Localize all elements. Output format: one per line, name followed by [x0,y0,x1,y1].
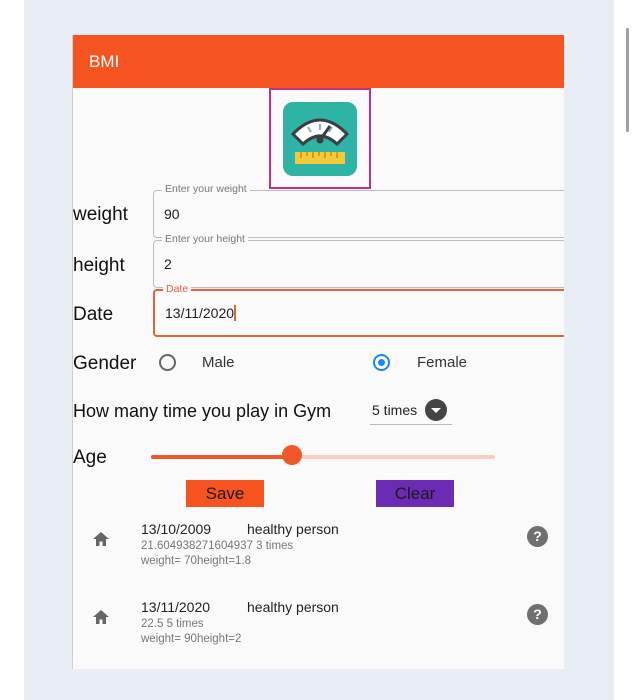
scrollbar-thumb[interactable] [626,28,629,132]
male-radio-label[interactable]: Male [202,354,235,371]
record-measurements: weight= 70height=1.8 [141,555,251,567]
height-value: 2 [164,256,172,272]
home-icon [93,610,109,624]
date-value-wrap: 13/11/2020 [165,305,236,321]
female-radio[interactable] [373,354,390,371]
date-label: Date [73,304,114,325]
date-value: 13/11/2020 [165,305,235,321]
record-date: 13/10/2009 [141,521,212,537]
gym-dropdown[interactable]: 5 times [370,397,452,425]
weight-label: weight [73,204,128,225]
list-item[interactable]: 13/10/2009 healthy person 21.60493827160… [73,521,564,583]
age-slider-fill [151,455,293,459]
height-field-legend: Enter your height [162,233,248,245]
chevron-down-icon [425,399,447,421]
save-button[interactable]: Save [186,480,264,507]
gender-label: Gender [73,353,137,374]
weight-value: 90 [164,206,180,222]
male-radio[interactable] [159,354,176,371]
weight-field-legend: Enter your weight [162,183,250,195]
help-icon[interactable]: ? [527,526,548,547]
list-item[interactable]: 13/11/2020 healthy person 22.5 5 times w… [73,599,564,661]
bmi-scale-icon [283,101,357,176]
record-status: healthy person [247,599,339,615]
help-icon[interactable]: ? [527,604,548,625]
gym-label: How many time you play in Gym [73,401,332,421]
app-bar: BMI [73,35,564,88]
logo-frame [269,88,371,189]
height-field[interactable]: Enter your height 2 [153,233,564,288]
record-detail: 22.5 5 times [141,618,204,630]
text-cursor [234,305,236,321]
weight-field[interactable]: Enter your weight 90 [153,183,564,238]
gym-dropdown-value: 5 times [372,402,418,418]
female-radio-label[interactable]: Female [417,354,467,371]
date-field[interactable]: Date 13/11/2020 [153,283,564,337]
app-window: BMI weight Enter your weight 90 height E… [72,35,564,669]
record-date: 13/11/2020 [141,599,211,615]
age-slider-track[interactable] [151,455,495,459]
record-measurements: weight= 90height=2 [141,633,242,645]
height-label: height [73,255,125,276]
home-icon [93,532,109,546]
record-status: healthy person [247,521,339,537]
app-title: BMI [89,52,120,71]
record-detail: 21.604938271604937 3 times [141,540,294,552]
age-label: Age [73,447,107,468]
age-slider-thumb[interactable] [282,445,303,465]
date-field-legend: Date [163,283,192,295]
clear-button[interactable]: Clear [376,480,454,507]
